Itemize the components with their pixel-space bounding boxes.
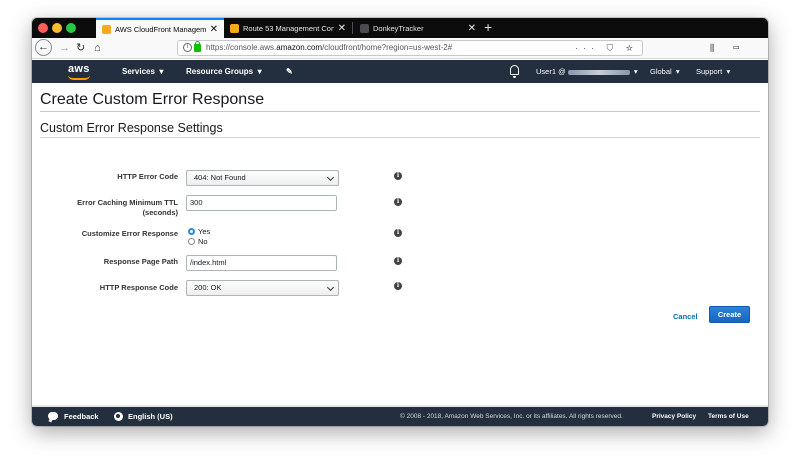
error-caching-ttl-info-icon[interactable]: i [394,198,402,206]
copyright-text: © 2008 - 2018, Amazon Web Services, Inc.… [400,413,623,420]
chevron-down-icon: ▾ [675,67,680,76]
create-button[interactable]: Create [709,306,750,323]
aws-smile-icon [68,75,90,80]
user-label: User1 @ [536,67,566,76]
aws-logo[interactable]: aws [68,63,90,75]
tab-title: AWS CloudFront Management C [115,24,206,34]
tab-cloudfront[interactable]: AWS CloudFront Management C ✕ [96,18,224,38]
error-caching-ttl-label: Error Caching Minimum TTL (seconds) [77,198,178,218]
resource-groups-label: Resource Groups [186,67,254,76]
services-menu[interactable]: Services ▾ [122,67,163,76]
terms-of-use-link[interactable]: Terms of Use [708,413,749,420]
tab-title: DonkeyTracker [373,23,424,33]
close-tab-icon[interactable]: ✕ [338,23,346,34]
http-error-code-select[interactable]: 404: Not Found [186,170,339,186]
error-caching-ttl-label-line1: Error Caching Minimum TTL [77,198,178,207]
tab-donkeytracker[interactable]: DonkeyTracker ✕ [354,18,482,38]
page-actions-icon[interactable]: ··· ⛉ ☆ [575,41,638,55]
chevron-down-icon: ▾ [159,67,164,76]
minimize-window-button[interactable] [52,23,62,33]
url-prefix: https://console.aws. [206,43,277,52]
support-label: Support [696,67,723,76]
close-tab-icon[interactable]: ✕ [210,24,218,35]
http-error-code-value: 404: Not Found [194,173,246,182]
customize-yes-radio[interactable] [188,228,195,235]
url-path: /cloudfront/home?region=us-west-2# [322,43,453,52]
tab-title: Route 53 Management Console [243,23,334,33]
url-bar[interactable]: i https://console.aws.amazon.com/cloudfr… [177,40,643,56]
console-footer: Feedback English (US) © 2008 - 2018, Ama… [32,407,768,426]
section-divider [40,137,760,138]
tab-bar: AWS CloudFront Management C ✕ Route 53 M… [32,18,768,38]
customize-error-response-label: Customize Error Response [81,229,178,238]
user-menu[interactable]: User1 @ ▾ [536,67,638,76]
section-title: Custom Error Response Settings [40,121,223,135]
http-error-code-label: HTTP Error Code [117,172,178,181]
aws-favicon-icon [102,24,111,34]
donkeytracker-favicon-icon [360,23,369,33]
route53-favicon-icon [230,23,239,33]
customize-error-response-info-icon[interactable]: i [394,229,402,237]
response-page-path-info-icon[interactable]: i [394,257,402,265]
chevron-down-icon: ▾ [633,67,638,76]
home-button[interactable]: ⌂ [94,41,101,55]
tab-divider [352,22,353,34]
forward-button[interactable]: → [59,41,70,55]
chevron-down-icon: ▾ [257,67,262,76]
title-divider [40,111,760,112]
main-content: Create Custom Error Response Custom Erro… [32,83,768,405]
resource-groups-menu[interactable]: Resource Groups ▾ [186,67,262,76]
error-caching-ttl-label-line2: (seconds) [142,208,178,217]
chevron-down-icon: ▾ [726,67,731,76]
response-page-path-input[interactable]: /index.html [186,255,337,271]
http-error-code-info-icon[interactable]: i [394,172,402,180]
http-response-code-info-icon[interactable]: i [394,282,402,290]
reload-button[interactable]: ↻ [76,41,85,55]
bell-icon[interactable] [510,65,519,78]
error-caching-ttl-input[interactable]: 300 [186,195,337,211]
globe-icon [114,412,123,421]
close-tab-icon[interactable]: ✕ [468,23,476,34]
language-selector[interactable]: English (US) [128,412,173,421]
new-tab-button[interactable]: + [484,19,492,35]
maximize-window-button[interactable] [66,23,76,33]
navigation-toolbar: ← → ↻ ⌂ i https://console.aws.amazon.com… [32,38,768,67]
customize-no-radio[interactable] [188,238,195,245]
close-window-button[interactable] [38,23,48,33]
tab-route53[interactable]: Route 53 Management Console ✕ [224,18,352,38]
back-button[interactable]: ← [35,39,52,56]
http-response-code-select[interactable]: 200: OK [186,280,339,296]
feedback-link[interactable]: Feedback [64,412,99,421]
feedback-speech-icon [48,412,58,420]
chevron-down-icon [326,173,335,182]
response-page-path-label: Response Page Path [103,257,178,266]
customize-no-label[interactable]: No [198,237,208,246]
customize-yes-label[interactable]: Yes [198,227,210,236]
http-response-code-value: 200: OK [194,283,222,292]
redacted-account [567,69,630,75]
cancel-button[interactable]: Cancel [673,312,698,321]
http-response-code-label: HTTP Response Code [99,283,178,292]
browser-window: AWS CloudFront Management C ✕ Route 53 M… [32,18,768,426]
region-label: Global [650,67,672,76]
support-menu[interactable]: Support ▾ [696,67,730,76]
url-domain: amazon.com [276,43,323,52]
chevron-down-icon [326,283,335,292]
site-info-icon[interactable]: i [183,43,192,52]
region-menu[interactable]: Global ▾ [650,67,680,76]
pin-icon[interactable]: ✎ [286,67,293,76]
aws-console-header: aws Services ▾ Resource Groups ▾ ✎ User1… [32,60,768,83]
page-title: Create Custom Error Response [40,91,265,108]
services-label: Services [122,67,155,76]
privacy-policy-link[interactable]: Privacy Policy [652,413,696,420]
lock-icon [194,41,201,52]
